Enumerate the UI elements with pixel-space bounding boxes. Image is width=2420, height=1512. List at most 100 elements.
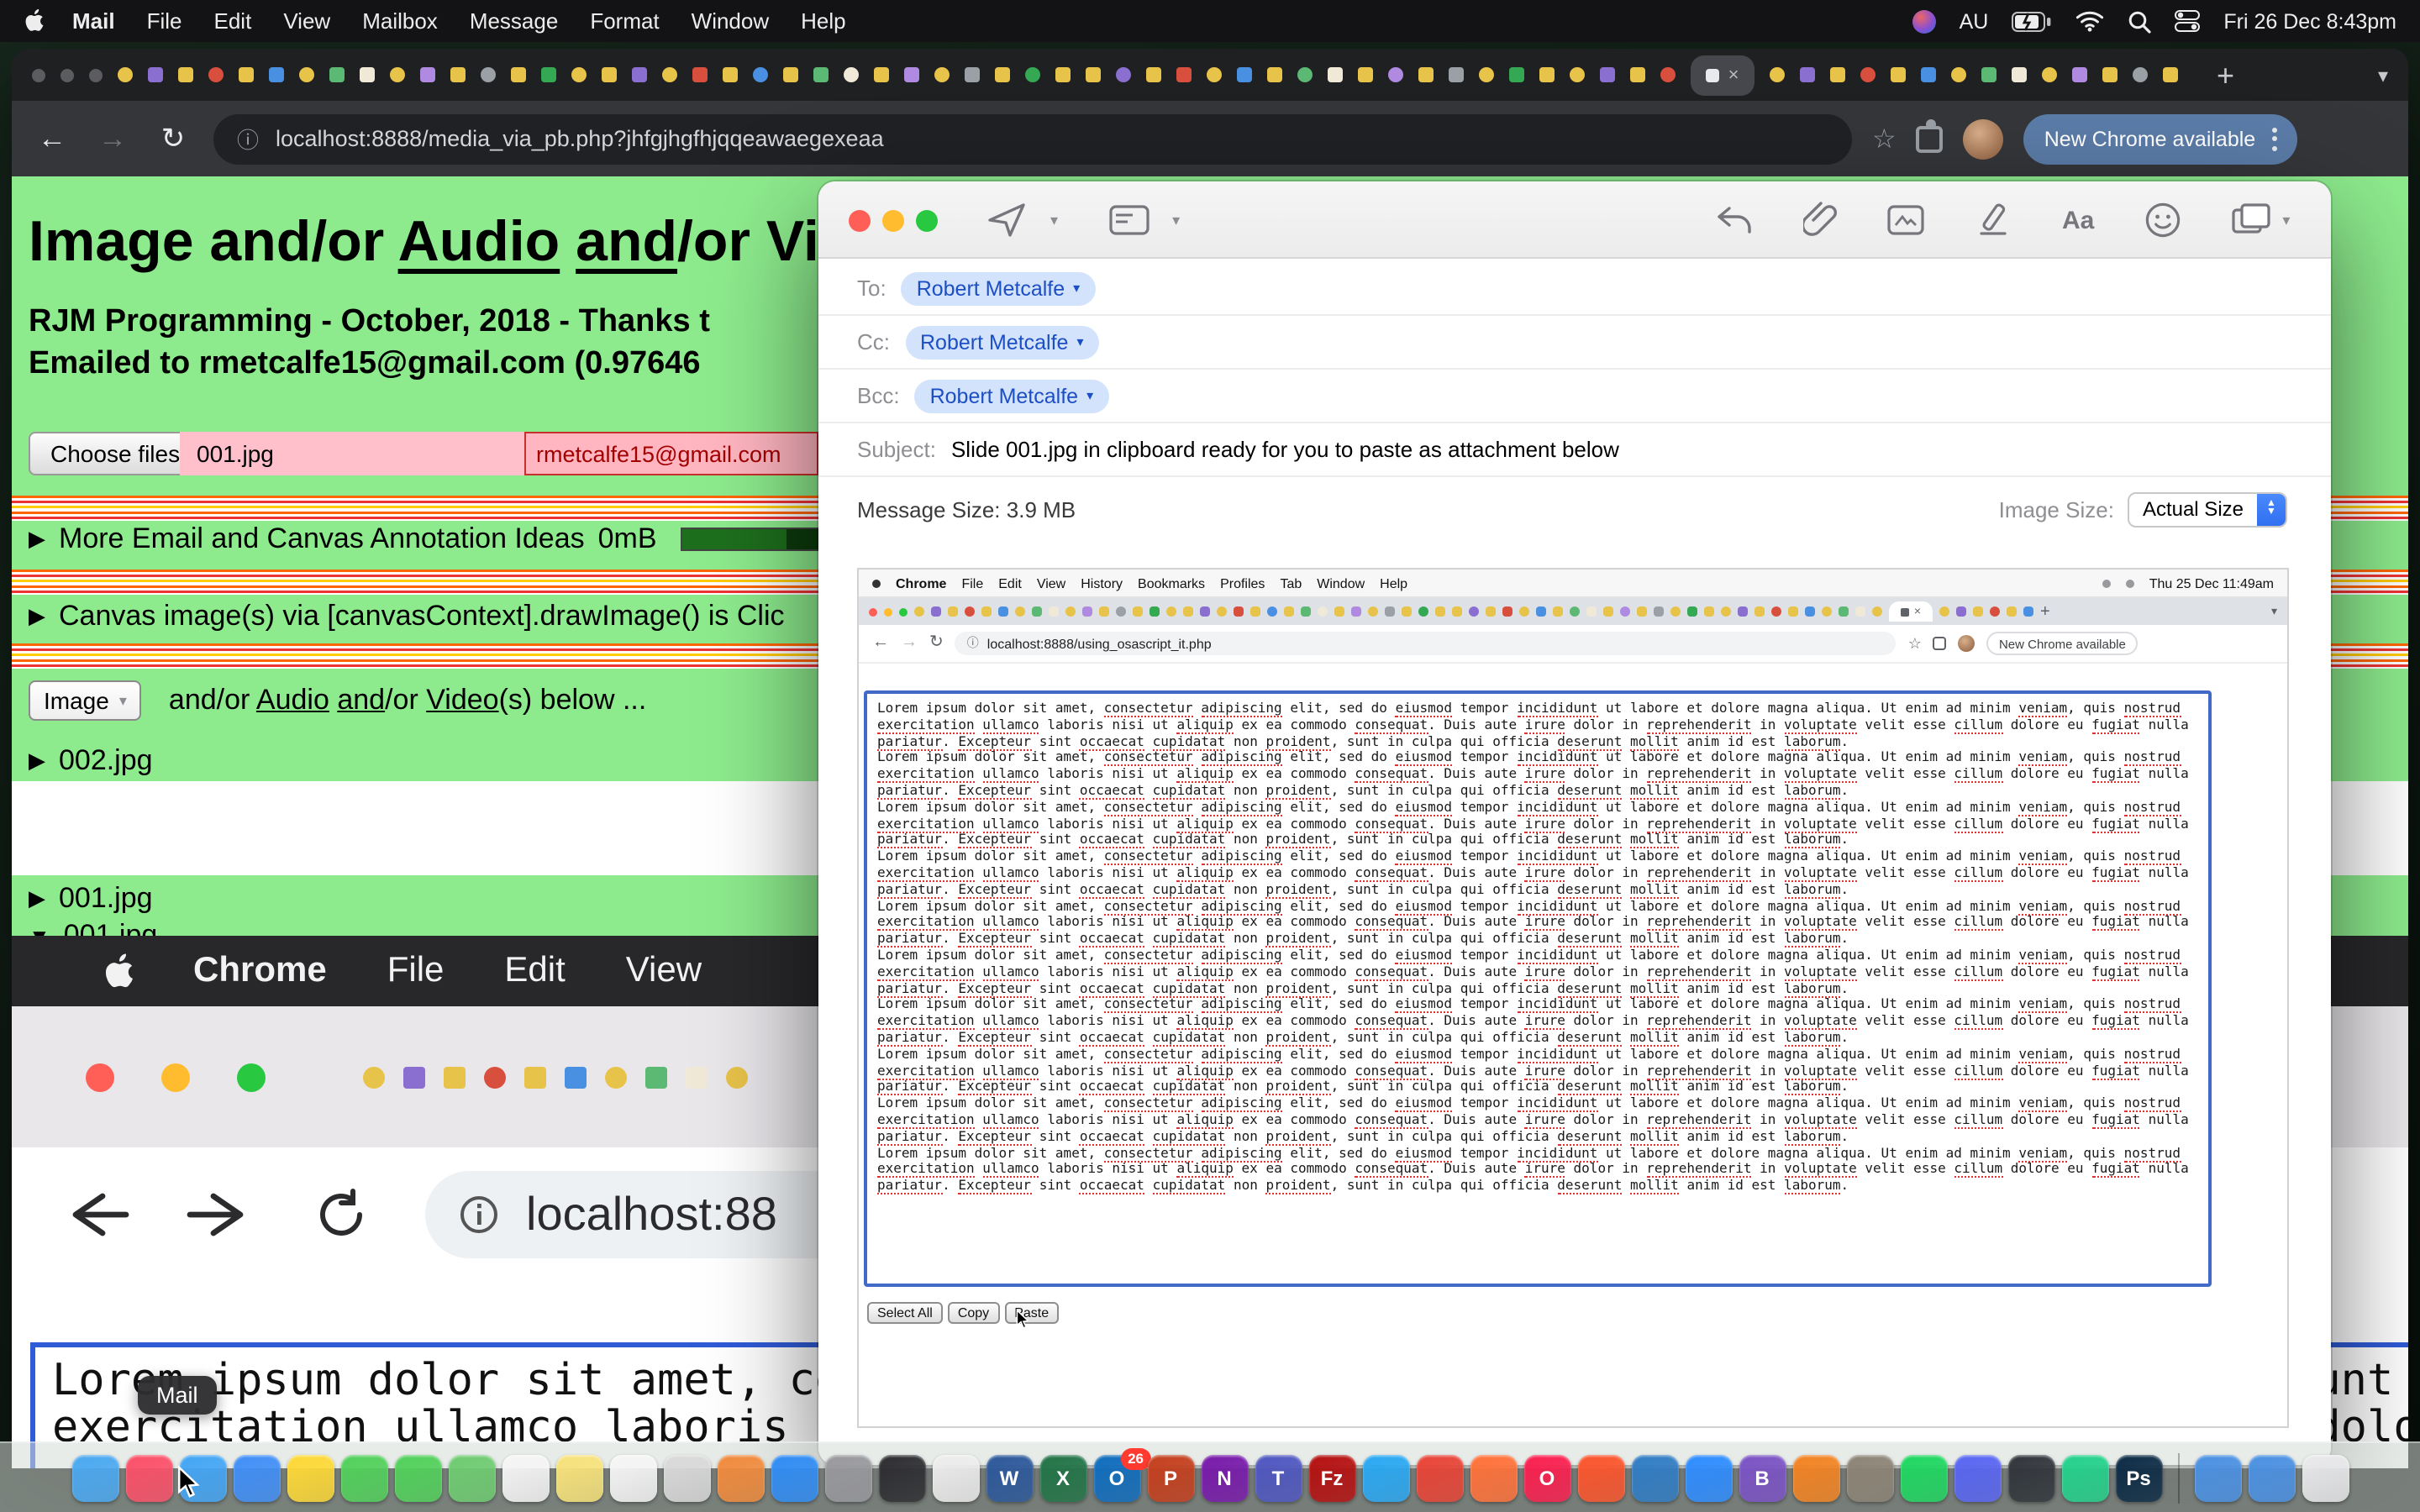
tab-favicon[interactable] (783, 67, 798, 82)
dock-icon-obs[interactable] (2007, 1454, 2054, 1501)
tab-favicon[interactable] (511, 67, 526, 82)
photo-browser-button[interactable]: ▾ (2232, 203, 2290, 237)
header-fields-chevron[interactable]: ▾ (1172, 211, 1180, 229)
menu-item-view[interactable]: View (283, 8, 330, 34)
emoji-button[interactable] (2144, 202, 2181, 239)
disclosure-triangle-icon[interactable]: ▶ (29, 526, 45, 553)
close-button[interactable] (849, 209, 871, 231)
tab-favicon[interactable] (1800, 67, 1815, 82)
tab-favicon[interactable] (481, 67, 496, 82)
tab-favicon[interactable] (934, 67, 950, 82)
send-button[interactable] (986, 202, 1027, 239)
tab-favicon[interactable] (360, 67, 375, 82)
dock-icon-firefox[interactable] (1470, 1454, 1517, 1501)
format-button[interactable]: Aa (2062, 206, 2094, 234)
tab-favicon[interactable] (723, 67, 738, 82)
apple-menu-icon[interactable] (24, 8, 45, 34)
tab-favicon[interactable] (632, 67, 647, 82)
recipient-token[interactable]: Robert Metcalfe▾ (905, 325, 1099, 359)
media-type-select[interactable]: Image▾ (29, 680, 142, 721)
zoom-button[interactable] (916, 209, 938, 231)
tab-favicon[interactable] (1660, 67, 1676, 82)
menu-item-mail[interactable]: Mail (72, 8, 115, 34)
tab-favicon[interactable] (692, 67, 708, 82)
send-options-chevron[interactable]: ▾ (1050, 211, 1058, 229)
minimize-button[interactable] (882, 209, 904, 231)
tab-favicon[interactable] (118, 67, 133, 82)
tab-favicon[interactable] (1830, 67, 1845, 82)
tab-favicon[interactable] (1146, 67, 1161, 82)
tab-favicon[interactable] (2133, 67, 2148, 82)
tab-favicon[interactable] (2102, 67, 2118, 82)
attach-button[interactable] (1803, 202, 1837, 239)
dock-icon-system-settings[interactable] (824, 1454, 871, 1501)
dock-icon-bootstrap[interactable]: B (1739, 1454, 1786, 1501)
dock-icon-pycharm[interactable] (2061, 1454, 2108, 1501)
new-tab-button[interactable]: + (2217, 60, 2234, 90)
browser-menu-icon[interactable] (2272, 127, 2277, 150)
tab-favicon[interactable] (178, 67, 193, 82)
dock-icon-books[interactable] (717, 1454, 764, 1501)
message-body[interactable]: ChromeFileEditViewHistoryBookmarksProfil… (818, 541, 2331, 1465)
dock-icon-notes[interactable] (555, 1454, 602, 1501)
tab-favicon[interactable] (1891, 67, 1906, 82)
dock-icon-messages[interactable] (340, 1454, 387, 1501)
tab-favicon[interactable] (844, 67, 859, 82)
address-bar[interactable]: ⓘ localhost:8888/media_via_pb.php?jhfgjh… (213, 113, 1852, 164)
tab-favicon[interactable] (602, 67, 617, 82)
window-close-inactive[interactable] (32, 68, 45, 81)
details-001-collapsed[interactable]: ▶ 001.jpg (29, 882, 153, 916)
tab-favicon[interactable] (1630, 67, 1645, 82)
back-button[interactable]: ← (32, 118, 72, 159)
dock-icon-chrome[interactable] (1416, 1454, 1463, 1501)
tab-favicon[interactable] (1267, 67, 1282, 82)
details-002[interactable]: ▶ 002.jpg (29, 744, 153, 778)
chevron-down-icon[interactable]: ▾ (1076, 334, 1083, 349)
tab-favicon[interactable] (1207, 67, 1222, 82)
chevron-down-icon[interactable]: ▾ (1073, 281, 1080, 296)
tab-favicon[interactable] (1509, 67, 1524, 82)
dock-icon-finder[interactable] (71, 1454, 118, 1501)
link-and[interactable]: and (337, 684, 385, 716)
reply-icon[interactable] (1716, 205, 1753, 235)
tab-favicon[interactable] (1770, 67, 1785, 82)
tab-favicon[interactable] (390, 67, 405, 82)
tab-favicon[interactable] (1981, 67, 1996, 82)
active-tab[interactable]: × (1691, 55, 1754, 95)
email-address-box[interactable]: rmetcalfe15@gmail.com (524, 432, 818, 475)
tab-favicon[interactable] (1951, 67, 1966, 82)
disclosure-triangle-icon[interactable]: ▶ (29, 885, 45, 912)
bookmark-star-icon[interactable]: ☆ (1872, 122, 1897, 155)
tab-favicon[interactable] (753, 67, 768, 82)
control-center-icon[interactable] (2175, 10, 2200, 32)
tab-favicon[interactable] (239, 67, 254, 82)
dock-icon-spotify[interactable] (1900, 1454, 1947, 1501)
dock-icon-reminders[interactable] (609, 1454, 656, 1501)
dock-icon-teams[interactable]: T (1255, 1454, 1302, 1501)
dock-icon-maps[interactable] (448, 1454, 495, 1501)
header-fields-button[interactable] (1108, 205, 1149, 235)
menu-item-help[interactable]: Help (801, 8, 846, 34)
window-zoom-inactive[interactable] (89, 68, 103, 81)
dock-icon-photoshop[interactable]: Ps (2115, 1454, 2162, 1501)
dock-icon-powerpoint[interactable]: P (1147, 1454, 1194, 1501)
tab-favicon[interactable] (2042, 67, 2057, 82)
menu-item-message[interactable]: Message (470, 8, 559, 34)
dock-icon-vlc[interactable] (1792, 1454, 1839, 1501)
menu-item-window[interactable]: Window (692, 8, 770, 34)
tab-favicon[interactable] (2163, 67, 2178, 82)
to-field[interactable]: To: Robert Metcalfe▾ (818, 262, 2331, 316)
dock-icon-app-store[interactable] (771, 1454, 818, 1501)
dock-icon-filezilla[interactable]: Fz (1308, 1454, 1355, 1501)
dock-icon-facetime[interactable] (394, 1454, 441, 1501)
menu-item-edit[interactable]: Edit (214, 8, 252, 34)
file-name-field[interactable]: 001.jpg (180, 432, 524, 475)
tab-favicon[interactable] (269, 67, 284, 82)
tab-favicon[interactable] (662, 67, 677, 82)
dock-icon-discord[interactable] (1954, 1454, 2001, 1501)
tab-favicon[interactable] (874, 67, 889, 82)
dock-icon-onenote[interactable]: N (1201, 1454, 1248, 1501)
window-minimize-inactive[interactable] (60, 68, 74, 81)
tab-favicon[interactable] (965, 67, 980, 82)
dock-icon-calendar[interactable] (502, 1454, 549, 1501)
